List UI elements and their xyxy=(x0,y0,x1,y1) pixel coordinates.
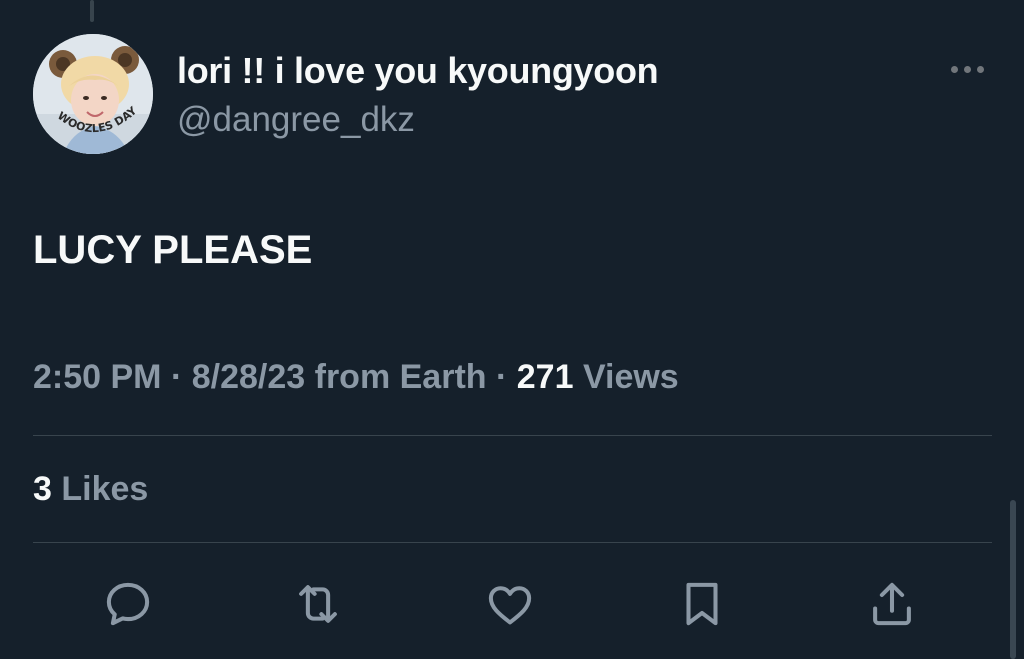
action-bar xyxy=(0,572,1024,636)
likes-label: Likes xyxy=(51,470,149,508)
source-prefix: from xyxy=(305,358,400,396)
bookmark-icon xyxy=(686,582,718,626)
scrollbar[interactable] xyxy=(1010,500,1016,659)
views-count: 271 xyxy=(516,358,574,396)
share-icon xyxy=(873,582,911,626)
likes-stat[interactable]: 3 Likes xyxy=(33,470,148,509)
bookmark-button[interactable] xyxy=(670,572,734,636)
tweet-meta: 2:50 PM · 8/28/23 from Earth · 271 Views xyxy=(33,358,679,397)
divider xyxy=(33,435,992,436)
divider xyxy=(33,542,992,543)
avatar-image: WOOZLES DAY xyxy=(33,34,153,154)
display-name[interactable]: lori !! i love you kyoungyoon xyxy=(177,50,659,92)
thread-connector-line xyxy=(90,0,94,22)
meta-separator: · xyxy=(161,358,192,396)
avatar[interactable]: WOOZLES DAY xyxy=(33,34,153,154)
heart-icon xyxy=(488,586,532,625)
meta-separator: · xyxy=(486,358,517,396)
likes-count: 3 xyxy=(33,470,52,508)
retweet-button[interactable] xyxy=(286,572,350,636)
share-button[interactable] xyxy=(860,572,924,636)
tweet-source: Earth xyxy=(399,358,487,396)
user-handle[interactable]: @dangree_dkz xyxy=(177,100,415,140)
reply-icon xyxy=(106,582,150,626)
like-button[interactable] xyxy=(478,572,542,636)
tweet-text: LUCY PLEASE xyxy=(33,228,313,272)
retweet-icon xyxy=(299,585,337,623)
tweet-time[interactable]: 2:50 PM xyxy=(33,358,162,396)
reply-button[interactable] xyxy=(96,572,160,636)
views-label: Views xyxy=(573,358,679,396)
tweet-detail-view: WOOZLES DAY lori !! i love you kyoungyoo… xyxy=(0,0,1024,659)
tweet-date[interactable]: 8/28/23 xyxy=(192,358,305,396)
more-horizontal-icon[interactable] xyxy=(942,56,992,82)
